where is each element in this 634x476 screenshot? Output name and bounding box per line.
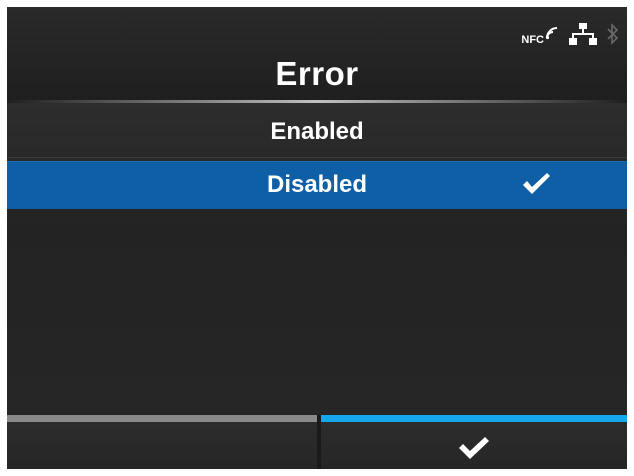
left-softkey-indicator [7,415,317,422]
status-bar: NFC [521,19,619,53]
option-disabled[interactable]: Disabled [7,161,627,209]
nfc-icon: NFC [521,26,559,46]
network-icon [569,22,597,50]
bluetooth-icon [607,22,619,50]
page-title: Error [275,55,359,92]
nfc-label: NFC [521,34,544,46]
option-label: Disabled [266,171,368,198]
header: NFC Error [7,7,627,107]
confirm-softkey[interactable] [321,415,627,469]
selected-check-icon [521,171,551,197]
option-label: Enabled [270,118,364,145]
check-icon [457,435,491,461]
left-softkey[interactable] [7,415,317,469]
confirm-softkey-indicator [321,415,627,422]
options-list: Enabled Disabled [7,103,627,415]
printer-display: NFC Error Enabled Disabled [7,7,627,469]
option-enabled[interactable]: Enabled [7,108,627,156]
divider [7,157,627,158]
softkey-bar [7,415,627,469]
